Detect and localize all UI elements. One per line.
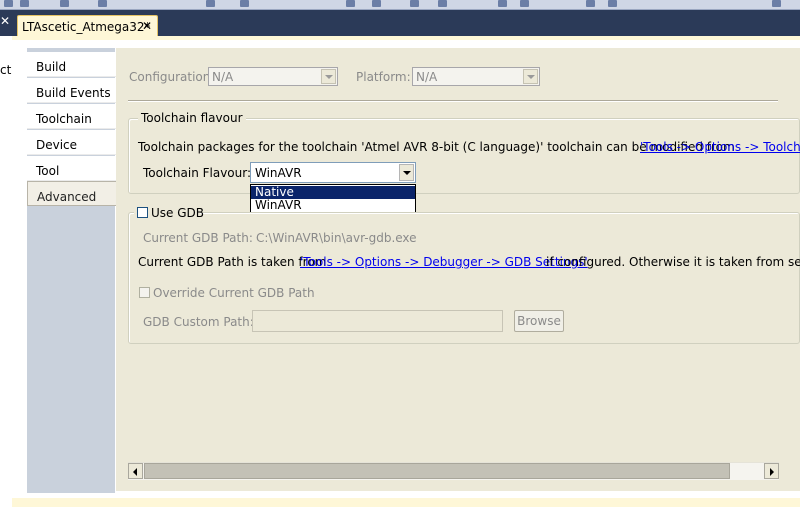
toolchain-flavour-value: WinAVR — [255, 166, 302, 180]
toolbar-icon[interactable] — [438, 0, 447, 7]
toolbar-icon[interactable] — [60, 0, 69, 7]
document-tab[interactable]: LTAscetic_Atmega32* ✕ — [17, 15, 158, 37]
document-frame-bottom — [12, 498, 800, 507]
scroll-left-icon[interactable] — [128, 463, 143, 479]
nav-item-advanced[interactable]: Advanced — [27, 181, 116, 206]
document-tab-title: LTAscetic_Atmega32* — [22, 20, 151, 34]
solution-explorer-strip — [0, 10, 12, 507]
gdb-info-prefix: Current GDB Path is taken from — [138, 255, 327, 269]
horizontal-scrollbar[interactable] — [128, 462, 779, 480]
toolchain-flavour-title: Toolchain flavour — [138, 111, 246, 125]
gdb-custom-path-input[interactable] — [252, 310, 503, 332]
configuration-label: Configuration: — [129, 70, 215, 84]
gdb-settings-link[interactable]: 'Tools -> Options -> Debugger -> GDB Set… — [300, 255, 588, 269]
nav-item-build[interactable]: Build — [27, 52, 116, 77]
use-gdb-label: Use GDB — [151, 206, 205, 220]
close-icon[interactable]: ✕ — [142, 19, 152, 33]
nav-item-device[interactable]: Device — [27, 130, 116, 155]
toolbar-icon[interactable] — [608, 0, 617, 7]
toolbar-icon[interactable] — [372, 0, 381, 7]
configuration-value: N/A — [212, 70, 234, 84]
toolchain-flavour-label: Toolchain Flavour: — [143, 166, 252, 180]
nav-item-tool[interactable]: Tool — [27, 156, 116, 181]
toolchain-options-link[interactable]: 'Tools -> Options -> Toolch — [640, 140, 800, 154]
toolbar-icon[interactable] — [772, 0, 781, 7]
override-gdb-path-checkbox[interactable] — [139, 287, 150, 298]
platform-value: N/A — [416, 70, 438, 84]
nav-item-toolchain[interactable]: Toolchain — [27, 104, 116, 129]
scrollbar-thumb[interactable] — [144, 463, 730, 479]
toolbar-icon[interactable] — [520, 0, 529, 7]
gdb-custom-path-label: GDB Custom Path: — [143, 315, 254, 329]
toolbar-icon[interactable] — [4, 0, 13, 7]
toolbar-icon[interactable] — [410, 0, 419, 7]
toolbar-icon[interactable] — [206, 0, 215, 7]
toolbar-icon[interactable] — [240, 0, 249, 7]
scroll-right-icon[interactable] — [764, 463, 779, 479]
platform-select[interactable]: N/A — [412, 67, 540, 86]
current-gdb-path-label: Current GDB Path: — [143, 231, 253, 245]
toolbar-icon[interactable] — [20, 0, 29, 7]
override-gdb-path-label: Override Current GDB Path — [153, 286, 315, 300]
chevron-down-icon[interactable] — [399, 164, 414, 181]
current-gdb-path-value: C:\WinAVR\bin\avr-gdb.exe — [256, 231, 417, 245]
gdb-info-suffix: if configured. Otherwise it is taken fro… — [546, 255, 800, 269]
toolbar-icon[interactable] — [98, 0, 107, 7]
browse-button[interactable]: Browse — [514, 310, 564, 332]
chevron-down-icon[interactable] — [523, 69, 538, 84]
toolchain-flavour-select[interactable]: WinAVR — [250, 162, 416, 183]
toolbar-icon[interactable] — [346, 0, 355, 7]
toolbar — [0, 0, 800, 10]
close-icon[interactable]: ✕ — [0, 14, 10, 28]
toolbar-icon[interactable] — [586, 0, 595, 7]
toolchain-flavour-group — [128, 118, 800, 194]
dropdown-option-winavr[interactable]: WinAVR — [251, 199, 415, 212]
platform-label: Platform: — [356, 70, 411, 84]
configuration-select[interactable]: N/A — [208, 67, 338, 86]
divider — [128, 100, 778, 102]
use-gdb-checkbox[interactable] — [137, 207, 148, 218]
nav-item-build-events[interactable]: Build Events — [27, 78, 116, 103]
toolbar-icon[interactable] — [498, 0, 507, 7]
chevron-down-icon[interactable] — [321, 69, 336, 84]
toolchain-flavour-dropdown: Native WinAVR — [250, 184, 416, 213]
